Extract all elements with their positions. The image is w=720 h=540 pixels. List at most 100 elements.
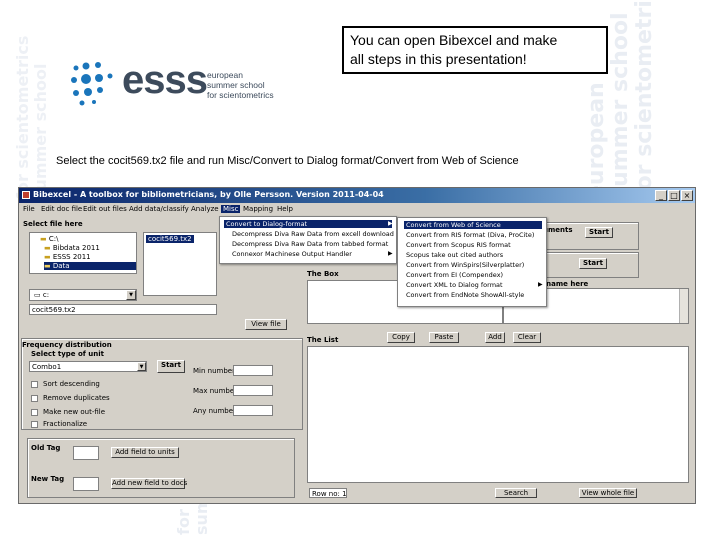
convert-submenu: Convert from Web of Science Convert from… — [397, 217, 547, 307]
old-tag-field[interactable] — [73, 446, 99, 460]
unit-type-select[interactable]: Combo1 ▼ — [29, 361, 147, 372]
max-number-label: Max number — [193, 387, 238, 395]
filename-field[interactable]: cocit569.tx2 — [29, 304, 217, 315]
menu-edit-out-files[interactable]: Edit out files — [83, 205, 127, 213]
menu-mapping[interactable]: Mapping — [243, 205, 273, 213]
max-number-field[interactable] — [233, 385, 273, 396]
select-file-label: Select file here — [23, 220, 83, 228]
menu-item-convert-winspirs[interactable]: Convert from WinSpirs(Silverplatter) — [406, 261, 524, 269]
frequency-distribution-label: Frequency distribution — [22, 341, 112, 349]
file-list-item[interactable]: cocit569.tx2 — [146, 235, 194, 243]
menu-item-convert-xml[interactable]: Convert XML to Dialog format — [406, 281, 503, 289]
menu-item-convert-to-dialog[interactable]: Convert to Dialog-format — [224, 220, 392, 228]
folder-item[interactable]: ▬ Bibdata 2011 — [44, 244, 100, 252]
folder-open-icon: ▬ — [40, 235, 49, 243]
menu-item-scopus-cited-authors[interactable]: Scopus take out cited authors — [406, 251, 503, 259]
paste-button[interactable]: Paste — [429, 332, 459, 343]
the-list-field[interactable] — [307, 346, 689, 483]
menu-item-convert-scopus-ris[interactable]: Convert from Scopus RIS format — [406, 241, 511, 249]
close-button[interactable]: × — [681, 190, 693, 201]
any-number-field[interactable] — [233, 405, 273, 416]
drive-value: ▭ c: — [34, 291, 50, 299]
folder-tree[interactable]: ▬ C:\ ▬ Bibdata 2011 ▬ ESSS 2011 ▬ Data — [29, 232, 137, 274]
drive-select[interactable]: ▭ c: ▼ — [29, 289, 137, 301]
any-number-label: Any number — [193, 407, 236, 415]
min-number-label: Min number — [193, 367, 235, 375]
folder-open-icon: ▬ — [44, 253, 53, 261]
menu-analyze[interactable]: Analyze — [191, 205, 219, 213]
start-right-button-1[interactable]: Start — [585, 227, 613, 238]
new-tag-label: New Tag — [31, 475, 65, 483]
search-button[interactable]: Search — [495, 488, 537, 498]
filename-value: cocit569.tx2 — [32, 306, 76, 314]
chevron-down-icon[interactable]: ▼ — [126, 290, 136, 300]
make-new-out-file-label: Make new out-file — [43, 408, 106, 416]
chevron-down-icon[interactable]: ▼ — [137, 362, 146, 371]
menu-item-convert-ris[interactable]: Convert from RIS format (Diva, ProCite) — [406, 231, 534, 239]
menu-file[interactable]: File — [23, 205, 35, 213]
folder-open-icon: ▬ — [44, 262, 53, 270]
misc-menu-dropdown: Convert to Dialog-format ▶ Decompress Di… — [219, 216, 397, 264]
right-documents-label: uments — [543, 226, 573, 234]
folder-item[interactable]: ▬ C:\ — [40, 235, 58, 243]
menu-item-convert-wos[interactable]: Convert from Web of Science — [404, 221, 542, 229]
submenu-arrow-icon: ▶ — [388, 250, 393, 257]
bibexcel-window: Bibexcel - A toolbox for bibliometrician… — [18, 187, 696, 504]
app-icon — [22, 191, 30, 199]
remove-duplicates-checkbox[interactable] — [31, 395, 38, 402]
sort-descending-label: Sort descending — [43, 380, 100, 388]
menu-misc[interactable]: Misc — [221, 205, 241, 213]
folder-item-selected[interactable]: ▬ Data — [44, 262, 136, 270]
the-list-label: The List — [307, 336, 339, 344]
callout-box: You can open Bibexcel and make all steps… — [342, 26, 608, 74]
fractionalize-checkbox[interactable] — [31, 421, 38, 428]
view-file-button[interactable]: View file — [245, 319, 287, 330]
file-list[interactable]: cocit569.tx2 — [143, 232, 217, 296]
add-new-field-to-docs-button[interactable]: Add new field to docs — [111, 478, 187, 489]
menu-add-data-classify[interactable]: Add data/classify — [129, 205, 189, 213]
old-tag-label: Old Tag — [31, 444, 61, 452]
callout-line-2: all steps in this presentation! — [350, 51, 527, 67]
folder-open-icon: ▬ — [44, 244, 53, 252]
min-number-field[interactable] — [233, 365, 273, 376]
start-right-button-2[interactable]: Start — [579, 258, 607, 269]
new-tag-field[interactable] — [73, 477, 99, 491]
menu-item-convert-ei[interactable]: Convert from EI (Compendex) — [406, 271, 503, 279]
folder-item[interactable]: ▬ ESSS 2011 — [44, 253, 91, 261]
remove-duplicates-label: Remove duplicates — [43, 394, 110, 402]
start-frequency-button[interactable]: Start — [157, 360, 185, 373]
submenu-arrow-icon: ▶ — [388, 220, 393, 227]
add-field-to-units-button[interactable]: Add field to units — [111, 447, 179, 458]
row-number-field: Row no: 1 — [309, 488, 347, 498]
scrollbar[interactable] — [679, 289, 688, 323]
logo-wordmark: esss — [122, 58, 208, 102]
menu-item-connexor[interactable]: Connexor Machinese Output Handler — [232, 250, 352, 258]
menu-item-convert-endnote[interactable]: Convert from EndNote ShowAll-style — [406, 291, 524, 299]
row-number-value: Row no: 1 — [312, 490, 347, 498]
sort-descending-checkbox[interactable] — [31, 381, 38, 388]
drive-icon: ▭ — [34, 291, 43, 299]
view-whole-file-button[interactable]: View whole file — [579, 488, 637, 498]
copy-button[interactable]: Copy — [387, 332, 415, 343]
fractionalize-label: Fractionalize — [43, 420, 88, 428]
menu-bar: File Edit doc file Edit out files Add da… — [19, 203, 695, 215]
make-new-out-file-checkbox[interactable] — [31, 409, 38, 416]
submenu-arrow-icon: ▶ — [538, 281, 543, 288]
menu-item-decompress-excell[interactable]: Decompress Diva Raw Data from excell dow… — [232, 230, 394, 238]
menu-edit-doc-file[interactable]: Edit doc file — [41, 205, 82, 213]
window-title: Bibexcel - A toolbox for bibliometrician… — [33, 190, 384, 199]
logo-subtitle: european summer school for scientometrics — [207, 70, 274, 100]
clear-button[interactable]: Clear — [513, 332, 541, 343]
menu-item-decompress-tabbed[interactable]: Decompress Diva Raw Data from tabbed for… — [232, 240, 388, 248]
menu-help[interactable]: Help — [277, 205, 293, 213]
maximize-button[interactable]: □ — [668, 190, 680, 201]
watermark-left: for scientometrics summer school — [13, 35, 50, 200]
the-box-label: The Box — [307, 270, 339, 278]
add-button[interactable]: Add — [485, 332, 505, 343]
select-unit-label: Select type of unit — [31, 350, 104, 358]
instruction-text: Select the cocit569.tx2 file and run Mis… — [56, 155, 519, 167]
minimize-button[interactable]: _ — [655, 190, 667, 201]
esss-logo-dots-icon — [71, 62, 113, 106]
title-bar: Bibexcel - A toolbox for bibliometrician… — [19, 188, 695, 203]
unit-type-value: Combo1 — [32, 363, 62, 371]
